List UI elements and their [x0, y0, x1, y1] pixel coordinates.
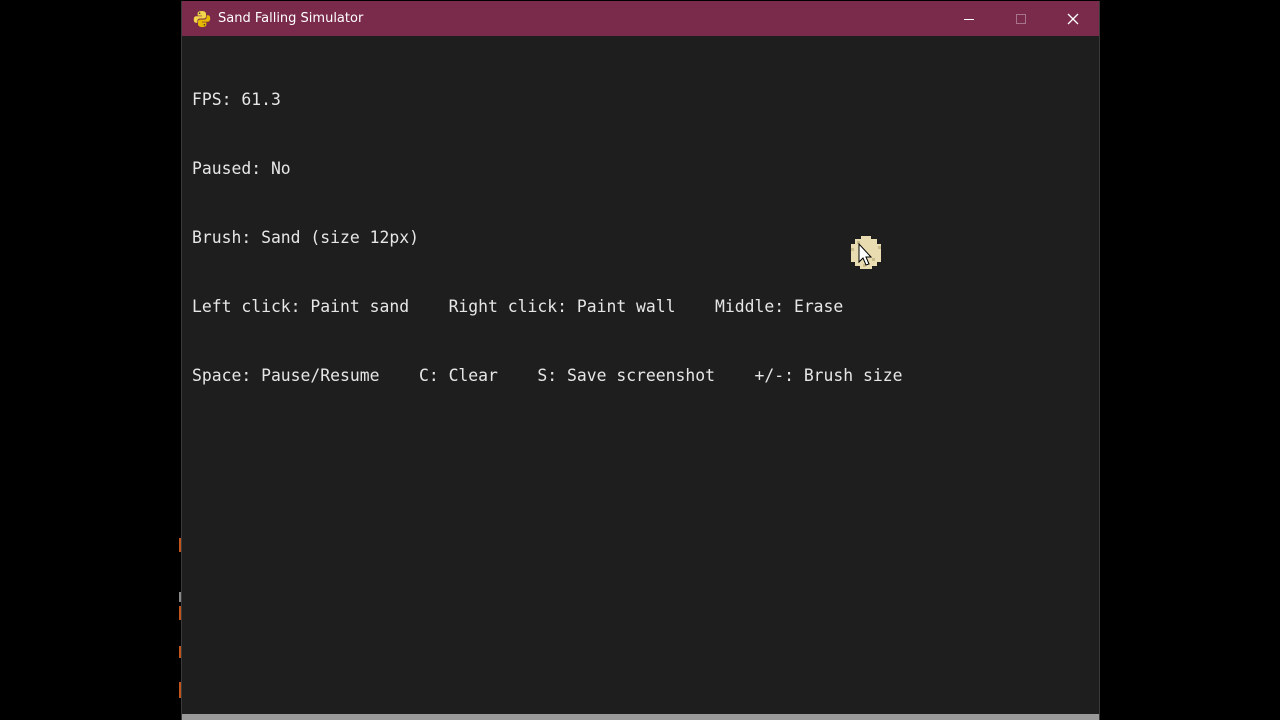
- brush-status: Brush: Sand (size 12px): [192, 228, 419, 247]
- maximize-button[interactable]: [995, 1, 1047, 36]
- minimize-button[interactable]: [943, 1, 995, 36]
- close-icon: [1067, 13, 1079, 24]
- sand-brush-blob: [851, 236, 881, 269]
- simulator-window: Sand Falling Simulator FPS: 61.3 Paused:…: [181, 1, 1100, 720]
- close-button[interactable]: [1047, 1, 1099, 36]
- window-title: Sand Falling Simulator: [218, 11, 364, 26]
- simulation-canvas[interactable]: FPS: 61.3 Paused: No Brush: Sand (size 1…: [182, 36, 1099, 714]
- maximize-icon: [1016, 13, 1026, 24]
- mouse-controls-help: Left click: Paint sand Right click: Pain…: [192, 297, 844, 316]
- paused-status: Paused: No: [192, 159, 291, 178]
- title-bar[interactable]: Sand Falling Simulator: [182, 1, 1099, 36]
- keyboard-controls-help: Space: Pause/Resume C: Clear S: Save scr…: [192, 366, 903, 385]
- desktop: Sand Falling Simulator FPS: 61.3 Paused:…: [0, 0, 1280, 720]
- caption-buttons: [943, 1, 1099, 36]
- hud-overlay: FPS: 61.3 Paused: No Brush: Sand (size 1…: [192, 42, 903, 433]
- python-icon: [193, 10, 211, 28]
- fps-readout: FPS: 61.3: [192, 90, 281, 109]
- window-bottom-border: [182, 714, 1099, 720]
- minimize-icon: [964, 18, 974, 20]
